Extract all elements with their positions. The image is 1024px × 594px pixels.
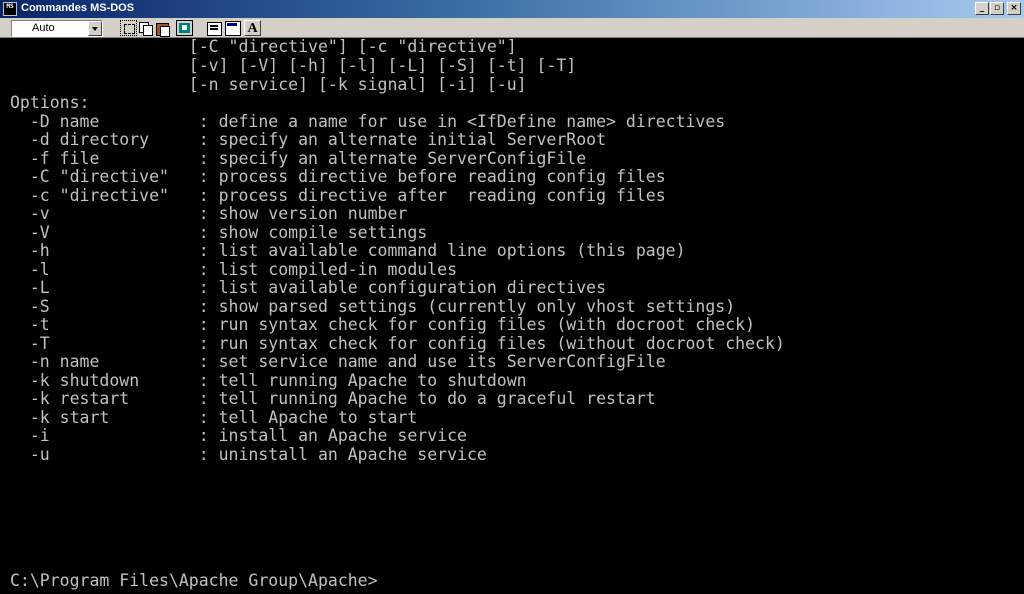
console-line: -k restart : tell running Apache to do a… bbox=[10, 389, 656, 408]
console-line: -i : install an Apache service bbox=[10, 426, 467, 445]
fullscreen-icon[interactable] bbox=[176, 20, 193, 36]
console-line: -V : show compile settings bbox=[10, 223, 428, 242]
close-button[interactable]: × bbox=[1007, 2, 1021, 15]
font-size-select[interactable]: Auto bbox=[11, 20, 103, 37]
ms-dos-icon[interactable]: MS bbox=[3, 2, 17, 16]
console-line: -d directory : specify an alternate init… bbox=[10, 130, 607, 149]
window-title: Commandes MS-DOS bbox=[21, 2, 135, 14]
background-icon[interactable] bbox=[224, 20, 241, 36]
command-prompt[interactable]: C:\Program Files\Apache Group\Apache> bbox=[10, 572, 378, 590]
console-line: -S : show parsed settings (currently onl… bbox=[10, 297, 736, 316]
console-line: -f file : specify an alternate ServerCon… bbox=[10, 149, 587, 168]
console-line: -n name : set service name and use its S… bbox=[10, 352, 666, 371]
console-line: -k start : tell Apache to start bbox=[10, 408, 418, 427]
chevron-down-icon[interactable] bbox=[88, 21, 102, 36]
console-line: -C "directive" : process directive befor… bbox=[10, 167, 666, 186]
properties-icon[interactable] bbox=[206, 20, 223, 36]
console-line: Options: bbox=[10, 93, 90, 112]
console-line: -c "directive" : process directive after… bbox=[10, 186, 666, 205]
maximize-button[interactable]: ▫ bbox=[990, 2, 1004, 15]
console-output[interactable]: [-C "directive"] [-c "directive"] [-v] [… bbox=[0, 38, 1024, 594]
console-line: -l : list compiled-in modules bbox=[10, 260, 458, 279]
paste-icon[interactable] bbox=[154, 20, 171, 37]
console-line: -h : list available command line options… bbox=[10, 241, 686, 260]
font-size-value: Auto bbox=[32, 22, 55, 34]
console-line: -t : run syntax check for config files (… bbox=[10, 315, 756, 334]
font-button[interactable]: A bbox=[244, 20, 261, 36]
minimize-button[interactable]: _ bbox=[975, 2, 989, 15]
console-line: -k shutdown : tell running Apache to shu… bbox=[10, 371, 527, 390]
console-line: -v : show version number bbox=[10, 204, 408, 223]
console-line: -D name : define a name for use in <IfDe… bbox=[10, 112, 726, 131]
copy-icon[interactable] bbox=[137, 20, 154, 36]
mark-select-icon[interactable] bbox=[120, 20, 137, 36]
toolbar: Auto A bbox=[0, 18, 1024, 38]
console-line: -L : list available configuration direct… bbox=[10, 278, 607, 297]
console-line: [-C "directive"] [-c "directive"] bbox=[10, 38, 517, 56]
title-bar[interactable]: MS Commandes MS-DOS _ ▫ × bbox=[0, 0, 1024, 18]
console-line: -T : run syntax check for config files (… bbox=[10, 334, 785, 353]
ms-dos-window: MS Commandes MS-DOS _ ▫ × Auto A [-C "di… bbox=[0, 0, 1024, 594]
console-line: -u : uninstall an Apache service bbox=[10, 445, 487, 464]
console-line: [-n service] [-k signal] [-i] [-u] bbox=[10, 75, 527, 94]
console-line: [-v] [-V] [-h] [-l] [-L] [-S] [-t] [-T] bbox=[10, 56, 577, 75]
